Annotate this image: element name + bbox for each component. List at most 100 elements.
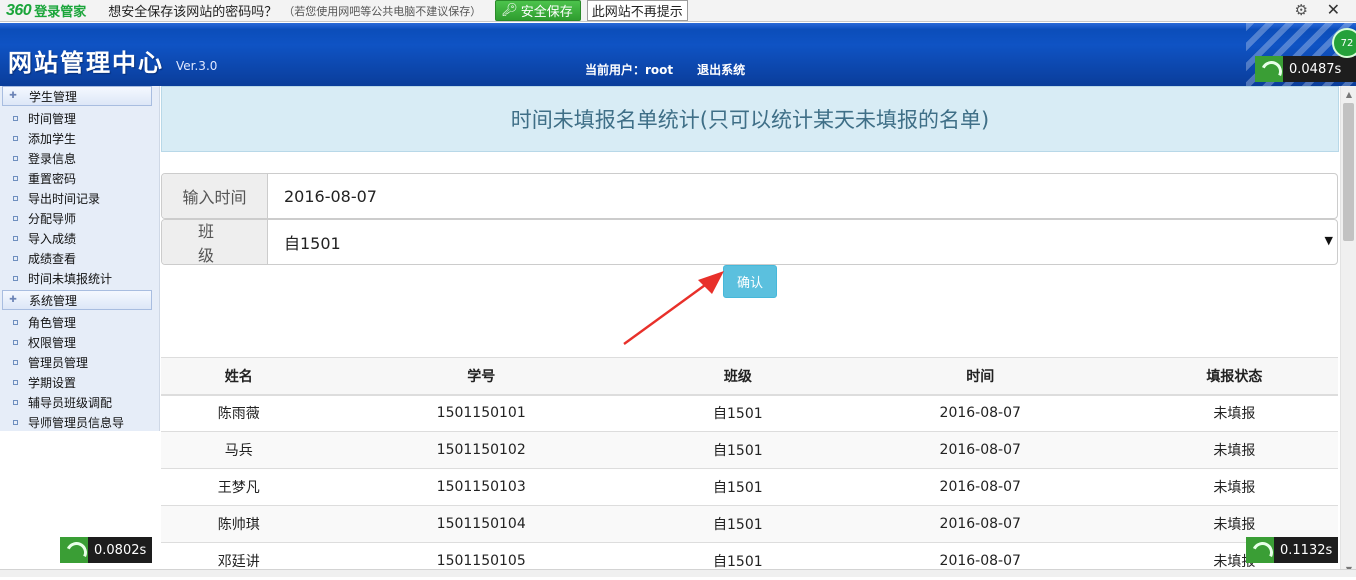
- column-header-student-id: 学号: [316, 357, 646, 396]
- date-row: 输入时间 2016-08-07: [161, 173, 1338, 219]
- confirm-button[interactable]: 确认: [723, 265, 777, 298]
- cell-time: 2016-08-07: [829, 394, 1131, 432]
- bullet-icon: [13, 255, 18, 261]
- unfilled-table: 姓名 学号 班级 时间 填报状态 陈雨薇 1501150101 自1501 20…: [161, 357, 1338, 580]
- cell-student-id: 1501150102: [316, 431, 646, 469]
- speed-icon: [1246, 537, 1274, 563]
- safe-save-button[interactable]: 🔑︎ 安全保存: [495, 0, 581, 21]
- class-row: 班级 自1501 ▼: [161, 219, 1338, 265]
- sidebar-item-semester-settings[interactable]: 学期设置: [0, 372, 159, 392]
- sidebar-item-tutor-admin-import[interactable]: 导师管理员信息导: [0, 412, 159, 432]
- scroll-thumb[interactable]: [1343, 103, 1354, 241]
- bullet-icon: [13, 135, 18, 141]
- sidebar-item-label: 导师管理员信息导: [28, 415, 125, 430]
- bullet-icon: [13, 215, 18, 221]
- sidebar-item-counselor-class[interactable]: 辅导员班级调配: [0, 392, 159, 412]
- date-input[interactable]: 2016-08-07: [268, 174, 1337, 218]
- sidebar-item-assign-tutor[interactable]: 分配导师: [0, 208, 159, 228]
- sidebar-item-time-manage[interactable]: 时间管理: [0, 108, 159, 128]
- perf-time-top: 0.0487s: [1289, 61, 1342, 77]
- sidebar: ✚ 学生管理 时间管理 添加学生 登录信息 重置密码 导出时间记录 分配导师 导…: [0, 86, 160, 431]
- sidebar-item-label: 管理员管理: [28, 355, 89, 370]
- cell-name: 陈雨薇: [161, 394, 317, 432]
- sidebar-item-login-info[interactable]: 登录信息: [0, 148, 159, 168]
- sidebar-item-unfilled-stats[interactable]: 时间未填报统计: [0, 268, 159, 288]
- bullet-icon: [13, 359, 18, 365]
- header-stripe: [0, 23, 1356, 29]
- cell-name: 马兵: [161, 431, 317, 469]
- cell-name: 陈帅琪: [161, 505, 317, 543]
- column-header-time: 时间: [829, 357, 1131, 396]
- sidebar-item-label: 辅导员班级调配: [28, 395, 113, 410]
- sidebar-item-reset-password[interactable]: 重置密码: [0, 168, 159, 188]
- cell-class: 自1501: [646, 505, 830, 543]
- speed-icon: [60, 537, 88, 563]
- site-title: 网站管理中心: [8, 49, 164, 77]
- perf-time-left: 0.0802s: [94, 542, 147, 558]
- speed-icon: [1255, 56, 1283, 82]
- site-header: 网站管理中心 Ver.3.0 当前用户：root 退出系统 0.0487s 72: [0, 23, 1356, 86]
- sidebar-item-label: 权限管理: [28, 335, 77, 350]
- cell-time: 2016-08-07: [829, 468, 1131, 506]
- sidebar-item-label: 登录信息: [28, 151, 77, 166]
- sidebar-item-export-time[interactable]: 导出时间记录: [0, 188, 159, 208]
- save-password-note: （若您使用网吧等公共电脑不建议保存）: [283, 4, 482, 18]
- user-info: 当前用户：root 退出系统: [585, 61, 745, 78]
- expand-icon: ✚: [9, 295, 17, 305]
- perf-badge-right: 0.1132s: [1246, 537, 1339, 563]
- column-header-name: 姓名: [161, 357, 317, 396]
- perf-badge-left: 0.0802s: [60, 537, 153, 563]
- bullet-icon: [13, 115, 18, 121]
- browser-status-bar: [0, 569, 1356, 577]
- red-arrow-annotation: [623, 271, 724, 345]
- table-row: 王梦凡 1501150103 自1501 2016-08-07 未填报: [161, 468, 1338, 506]
- perf-time-right: 0.1132s: [1280, 542, 1333, 558]
- cell-name: 王梦凡: [161, 468, 317, 506]
- logout-link[interactable]: 退出系统: [697, 61, 745, 78]
- caret-down-icon: ▼: [1324, 234, 1333, 247]
- sidebar-item-label: 角色管理: [28, 315, 77, 330]
- sidebar-item-admin-manage[interactable]: 管理员管理: [0, 352, 159, 372]
- table-row: 陈雨薇 1501150101 自1501 2016-08-07 未填报: [161, 394, 1338, 432]
- cell-class: 自1501: [646, 468, 830, 506]
- bullet-icon: [13, 319, 18, 325]
- page-scrollbar[interactable]: ▲ ▼: [1340, 86, 1356, 577]
- sidebar-item-label: 添加学生: [28, 131, 77, 146]
- speed-circle-badge[interactable]: 72: [1332, 28, 1356, 58]
- sidebar-item-permission-manage[interactable]: 权限管理: [0, 332, 159, 352]
- key-icon: 🔑︎: [501, 3, 518, 18]
- sidebar-item-role-manage[interactable]: 角色管理: [0, 312, 159, 332]
- expand-icon: ✚: [9, 91, 17, 101]
- table-header-row: 姓名 学号 班级 时间 填报状态: [161, 357, 1338, 396]
- perf-badge-top: 0.0487s: [1255, 56, 1356, 82]
- sidebar-group-student[interactable]: ✚ 学生管理: [2, 86, 152, 106]
- column-header-status: 填报状态: [1130, 357, 1338, 396]
- bullet-icon: [13, 339, 18, 345]
- cell-time: 2016-08-07: [829, 505, 1131, 543]
- bullet-icon: [13, 195, 18, 201]
- page-title: 时间未填报名单统计(只可以统计某天未填报的名单): [161, 86, 1339, 152]
- sidebar-group-label: 学生管理: [29, 89, 78, 104]
- sidebar-item-label: 重置密码: [28, 171, 77, 186]
- cell-time: 2016-08-07: [829, 431, 1131, 469]
- bullet-icon: [13, 235, 18, 241]
- sidebar-item-view-scores[interactable]: 成绩查看: [0, 248, 159, 268]
- date-label: 输入时间: [162, 174, 268, 218]
- 360-logo-text: 360: [6, 1, 32, 19]
- gear-icon[interactable]: ⚙: [1295, 1, 1308, 19]
- sidebar-list-system: 角色管理 权限管理 管理员管理 学期设置 辅导员班级调配 导师管理员信息导: [0, 312, 159, 432]
- cell-status: 未填报: [1130, 431, 1338, 469]
- sidebar-item-label: 分配导师: [28, 211, 77, 226]
- arrow-shaft: [623, 279, 713, 345]
- sidebar-group-system[interactable]: ✚ 系统管理: [2, 290, 152, 310]
- close-icon[interactable]: ✕: [1327, 0, 1340, 19]
- sidebar-item-label: 导入成绩: [28, 231, 77, 246]
- scroll-up-icon[interactable]: ▲: [1341, 86, 1356, 102]
- sidebar-item-add-student[interactable]: 添加学生: [0, 128, 159, 148]
- current-user: 当前用户：root: [585, 63, 674, 77]
- table-row: 马兵 1501150102 自1501 2016-08-07 未填报: [161, 431, 1338, 469]
- class-select[interactable]: 自1501 ▼: [268, 220, 1337, 264]
- bullet-icon: [13, 175, 18, 181]
- sidebar-item-import-scores[interactable]: 导入成绩: [0, 228, 159, 248]
- never-remind-button[interactable]: 此网站不再提示: [586, 0, 688, 21]
